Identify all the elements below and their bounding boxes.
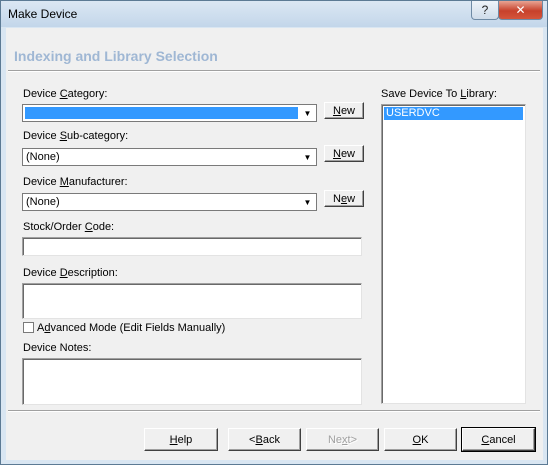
cancel-button[interactable]: Cancel [461,427,536,452]
help-icon-button[interactable]: ? [471,1,499,20]
device-description-input[interactable] [22,283,362,319]
device-subcategory-combo[interactable]: (None) ▼ [22,148,317,166]
library-listbox[interactable]: USERDVC [381,104,526,404]
device-notes-label: Device Notes: [23,342,92,354]
back-button[interactable]: < Back [228,428,301,451]
make-device-dialog: Make Device ? ✕ Indexing and Library Sel… [0,0,548,465]
new-subcategory-button[interactable]: New [324,145,364,162]
advanced-mode-label[interactable]: Advanced Mode (Edit Fields Manually) [37,322,225,334]
device-subcategory-value: (None) [26,151,60,163]
close-icon: ✕ [515,3,526,17]
new-manufacturer-button[interactable]: New [324,190,364,207]
chevron-down-icon[interactable]: ▼ [300,106,315,120]
help-button[interactable]: Help [144,428,218,451]
chevron-down-icon[interactable]: ▼ [300,150,315,164]
device-category-combo[interactable]: ▼ [22,104,317,122]
section-title: Indexing and Library Selection [14,48,218,64]
device-category-value [25,107,298,119]
header-divider [8,70,540,72]
chevron-down-icon[interactable]: ▼ [300,195,315,209]
dialog-client-area: Indexing and Library Selection Device Ca… [6,28,543,460]
next-button[interactable]: Ne x t> [306,428,379,451]
device-manufacturer-combo[interactable]: (None) ▼ [22,193,317,211]
title-bar[interactable]: Make Device ? ✕ [1,1,547,27]
footer-divider [8,410,540,412]
close-button[interactable]: ✕ [498,1,543,20]
library-label: Save Device To Library: [381,88,497,100]
device-description-label: Device Description: [23,267,118,279]
question-icon: ? [481,3,489,17]
stock-code-label: Stock/Order Code: [23,221,115,233]
device-manufacturer-label: Device Manufacturer: [23,176,128,188]
new-category-button[interactable]: New [324,102,364,119]
window-title: Make Device [8,7,78,21]
device-notes-input[interactable] [22,358,362,405]
advanced-mode-checkbox[interactable] [23,322,34,333]
device-manufacturer-value: (None) [26,196,60,208]
device-category-label: Device Category: [23,88,108,100]
device-subcategory-label: Device Sub-category: [23,130,129,142]
list-item[interactable]: USERDVC [384,107,523,120]
ok-button[interactable]: OK [384,428,457,451]
stock-code-input[interactable] [22,237,362,256]
